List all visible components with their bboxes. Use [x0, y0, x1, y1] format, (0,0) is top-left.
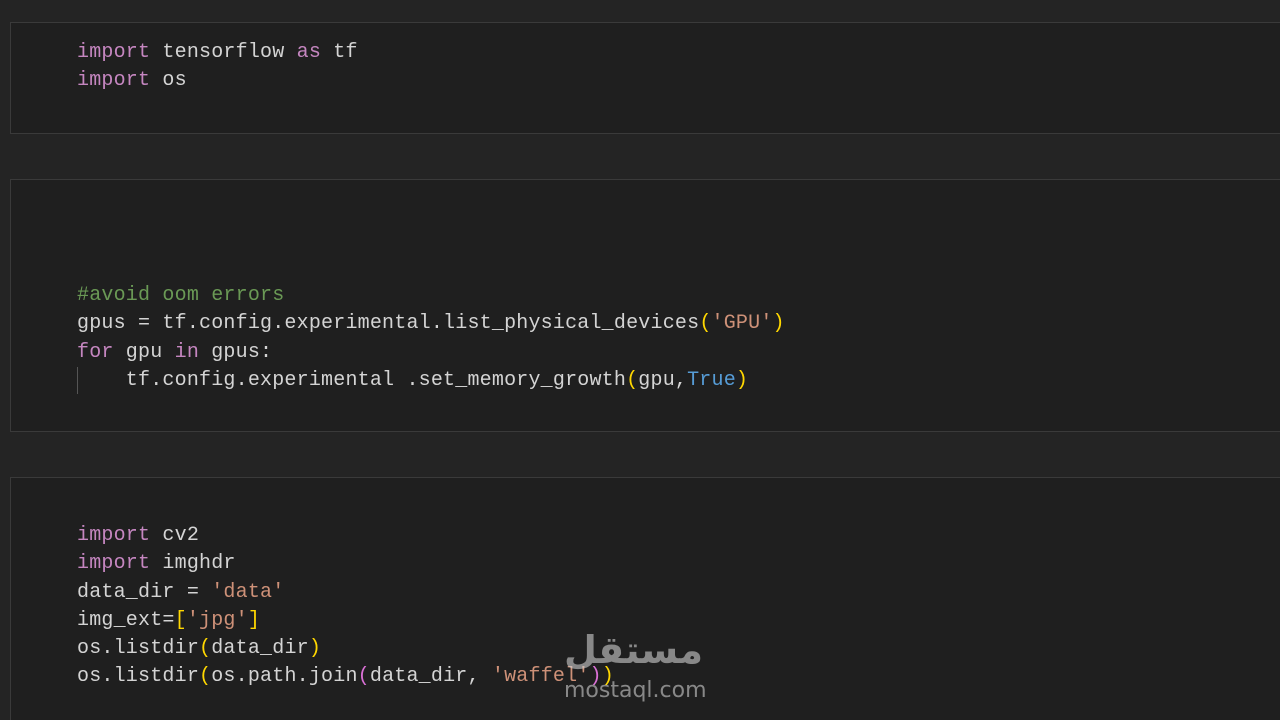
code-editor-2[interactable]: #avoid oom errors gpus = tf.config.experi…	[77, 282, 785, 395]
code-token: data_dir =	[77, 580, 212, 604]
code-token: )	[735, 368, 749, 392]
code-token: #avoid oom errors	[77, 284, 285, 307]
code-token: gpu	[113, 340, 175, 364]
code-token: )	[308, 637, 322, 661]
code-token: as	[296, 41, 322, 64]
code-line: import tensorflow as tf	[77, 39, 358, 67]
code-token: os.listdir	[77, 637, 200, 661]
code-token: ]	[247, 608, 261, 632]
code-token: (	[626, 368, 639, 392]
code-line: img_ext=['jpg']	[77, 607, 614, 635]
code-token: import	[77, 69, 151, 93]
code-token: img_ext=	[77, 608, 175, 632]
code-token: os.listdir	[77, 665, 200, 689]
code-editor-1[interactable]: import tensorflow as tf import os	[77, 39, 358, 96]
code-token: tf	[321, 41, 358, 64]
code-line: tf.config.experimental .set_memory_growt…	[77, 367, 785, 395]
code-line: data_dir = 'data'	[77, 579, 614, 607]
code-token: (	[699, 312, 712, 336]
code-line: os.listdir(os.path.join(data_dir, 'waffe…	[77, 663, 614, 691]
code-token: data_dir,	[369, 665, 492, 689]
code-line: #avoid oom errors	[77, 282, 785, 310]
code-token: )	[772, 312, 785, 336]
code-line: import os	[77, 67, 358, 95]
code-line: gpus = tf.config.experimental.list_physi…	[77, 310, 785, 338]
code-line: for gpu in gpus:	[77, 339, 785, 367]
code-token: tensorflow	[150, 41, 297, 64]
code-token: [	[174, 608, 187, 632]
code-token: in	[174, 340, 200, 364]
code-line: import cv2	[77, 522, 614, 550]
code-token: import	[77, 524, 151, 547]
code-token: gpus = tf.config.experimental.list_physi…	[77, 312, 700, 336]
code-token: import	[77, 552, 151, 576]
code-token: (	[199, 637, 212, 661]
code-token: 'jpg'	[186, 608, 248, 632]
code-token: gpu,	[638, 368, 688, 392]
code-token: tf.config.experimental .set_memory_growt…	[77, 368, 627, 392]
code-token: import	[77, 41, 151, 64]
code-token: 'GPU'	[711, 312, 773, 336]
code-token: (	[357, 665, 370, 689]
code-token: os	[150, 69, 187, 93]
indent-guide	[77, 367, 78, 394]
code-token: for	[77, 340, 114, 364]
code-token: data_dir	[211, 637, 309, 661]
code-line: os.listdir(data_dir)	[77, 635, 614, 663]
code-token: imghdr	[150, 552, 236, 576]
watermark-site-text: mostaql.com	[564, 678, 707, 703]
code-token: True	[687, 368, 736, 392]
code-line: import imghdr	[77, 550, 614, 578]
code-editor-3[interactable]: import cv2 import imghdr data_dir = 'data'…	[77, 522, 614, 692]
mostaql-watermark-logo: مستقل mostaql.com	[560, 628, 730, 708]
code-cell-1[interactable]: import tensorflow as tf import os	[10, 22, 1280, 134]
code-token: 'data'	[211, 580, 285, 604]
code-token: cv2	[150, 524, 200, 547]
code-token: gpus:	[199, 340, 273, 364]
code-cell-2[interactable]: #avoid oom errors gpus = tf.config.experi…	[10, 179, 1280, 432]
watermark-arabic-text: مستقل	[564, 628, 703, 672]
code-token: os.path.join	[211, 665, 358, 689]
code-token: (	[199, 665, 212, 689]
